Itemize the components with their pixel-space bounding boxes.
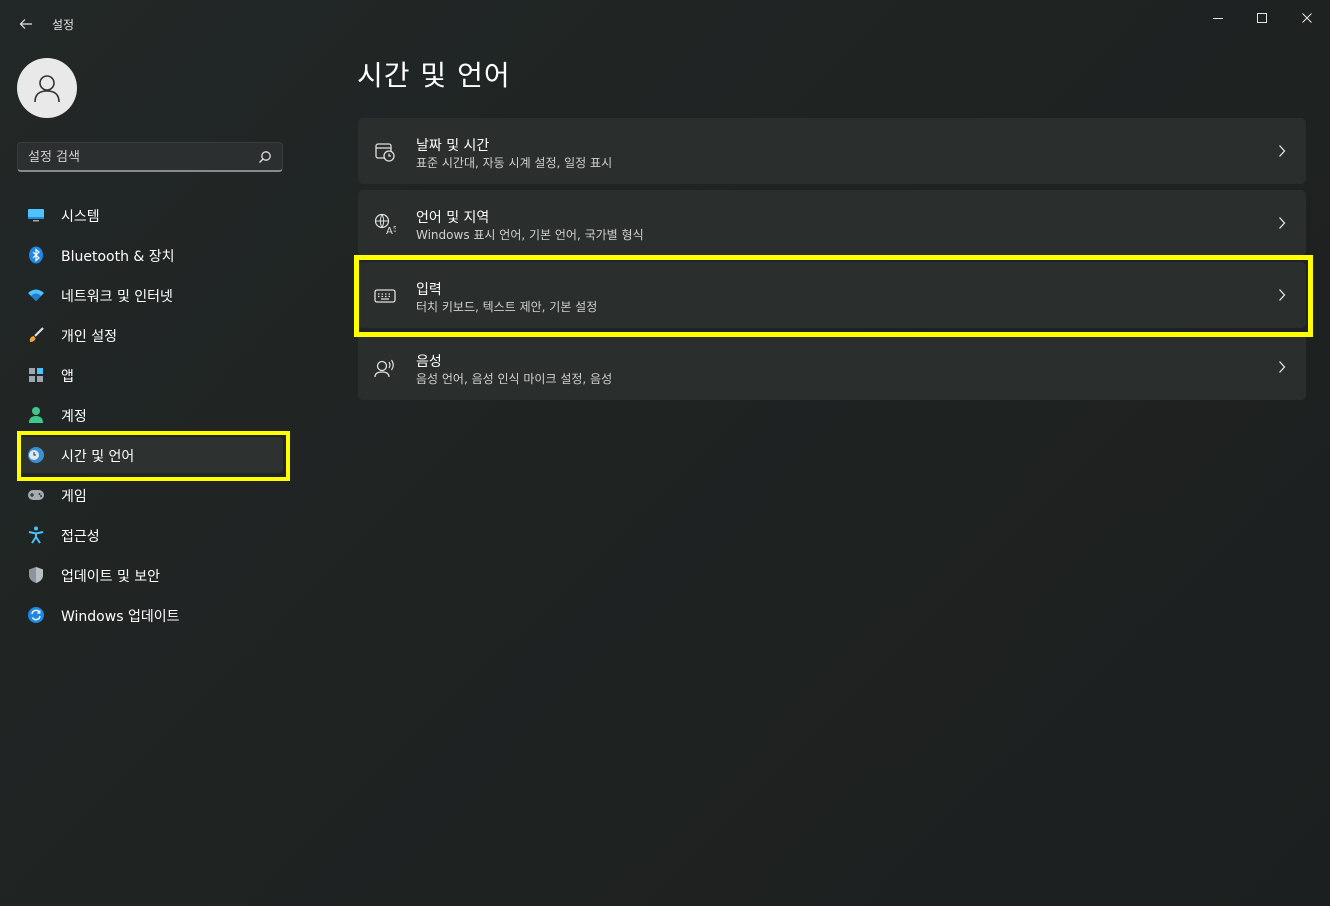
accessibility-icon	[27, 526, 45, 544]
sidebar-item-label: 접근성	[61, 529, 100, 545]
app-title: 설정	[52, 18, 75, 32]
sidebar-item-label: 시스템	[61, 209, 100, 225]
sidebar-item-bluetooth[interactable]: Bluetooth & 장치	[19, 237, 283, 273]
shield-icon	[27, 566, 45, 584]
close-icon	[1302, 13, 1312, 23]
sidebar-item-label: 계정	[61, 409, 87, 425]
minimize-icon	[1213, 18, 1223, 19]
sidebar-item-gaming[interactable]: 게임	[19, 477, 283, 513]
maximize-icon	[1257, 13, 1267, 23]
card-typing[interactable]: 입력 터치 키보드, 텍스트 제안, 기본 설정	[358, 262, 1306, 328]
chevron-right-icon	[1276, 144, 1288, 158]
bluetooth-icon	[27, 246, 45, 264]
wifi-icon	[27, 286, 45, 304]
svg-text:A字: A字	[386, 224, 396, 235]
sidebar-item-label: Bluetooth & 장치	[61, 249, 175, 265]
search-icon[interactable]	[258, 150, 272, 164]
brush-icon	[27, 326, 45, 344]
card-speech[interactable]: 음성 음성 언어, 음성 인식 마이크 설정, 음성	[358, 334, 1306, 400]
sidebar-item-accounts[interactable]: 계정	[19, 397, 283, 433]
calendar-clock-icon	[374, 141, 396, 163]
back-button[interactable]	[14, 12, 38, 36]
card-language-region[interactable]: A字 언어 및 지역 Windows 표시 언어, 기본 언어, 국가별 형식	[358, 190, 1306, 256]
keyboard-icon	[374, 285, 396, 307]
card-title: 날짜 및 시간	[416, 138, 490, 154]
sidebar-item-accessibility[interactable]: 접근성	[19, 517, 283, 553]
sidebar-item-network[interactable]: 네트워크 및 인터넷	[19, 277, 283, 313]
monitor-icon	[27, 206, 45, 224]
back-arrow-icon	[19, 19, 32, 29]
sidebar-item-label: 시간 및 언어	[61, 449, 135, 465]
close-button[interactable]	[1285, 4, 1329, 32]
speech-icon	[374, 357, 396, 379]
apps-icon	[27, 366, 45, 384]
sidebar-item-apps[interactable]: 앱	[19, 357, 283, 393]
card-subtitle: Windows 표시 언어, 기본 언어, 국가별 형식	[416, 228, 644, 242]
chevron-right-icon	[1276, 216, 1288, 230]
sidebar-item-update-security[interactable]: 업데이트 및 보안	[19, 557, 283, 593]
language-icon: A字	[374, 213, 396, 235]
sidebar-item-label: 앱	[61, 369, 74, 385]
search-input[interactable]	[28, 143, 248, 171]
sidebar-item-time-language[interactable]: 시간 및 언어	[19, 437, 283, 473]
card-subtitle: 터치 키보드, 텍스트 제안, 기본 설정	[416, 300, 598, 314]
card-subtitle: 표준 시간대, 자동 시계 설정, 일정 표시	[416, 156, 613, 170]
title-bar: 설정	[0, 0, 1330, 48]
gamepad-icon	[27, 486, 45, 504]
sidebar-item-label: 게임	[61, 489, 87, 505]
sidebar-item-personalization[interactable]: 개인 설정	[19, 317, 283, 353]
sidebar-item-label: 개인 설정	[61, 329, 117, 345]
avatar[interactable]	[17, 58, 77, 118]
card-title: 언어 및 지역	[416, 210, 490, 226]
sidebar-item-label: 네트워크 및 인터넷	[61, 289, 173, 305]
page-title: 시간 및 언어	[357, 59, 511, 92]
sidebar-item-windows-update[interactable]: Windows 업데이트	[19, 597, 283, 633]
chevron-right-icon	[1276, 360, 1288, 374]
sidebar-item-label: Windows 업데이트	[61, 609, 180, 625]
card-subtitle: 음성 언어, 음성 인식 마이크 설정, 음성	[416, 372, 613, 386]
refresh-icon	[27, 606, 45, 624]
chevron-right-icon	[1276, 288, 1288, 302]
person-icon	[27, 406, 45, 424]
maximize-button[interactable]	[1240, 4, 1284, 32]
card-title: 입력	[416, 282, 442, 298]
card-title: 음성	[416, 354, 442, 370]
minimize-button[interactable]	[1196, 4, 1240, 32]
sidebar-item-system[interactable]: 시스템	[19, 197, 283, 233]
sidebar-item-label: 업데이트 및 보안	[61, 569, 161, 585]
settings-window: 설정 설정 검색 시스템 Bluetooth & 장치 네트워크 및 인터넷 개…	[0, 0, 1330, 906]
clock-globe-icon	[27, 446, 45, 464]
card-date-time[interactable]: 날짜 및 시간 표준 시간대, 자동 시계 설정, 일정 표시	[358, 118, 1306, 184]
user-icon	[34, 75, 60, 103]
search-box	[17, 142, 283, 172]
